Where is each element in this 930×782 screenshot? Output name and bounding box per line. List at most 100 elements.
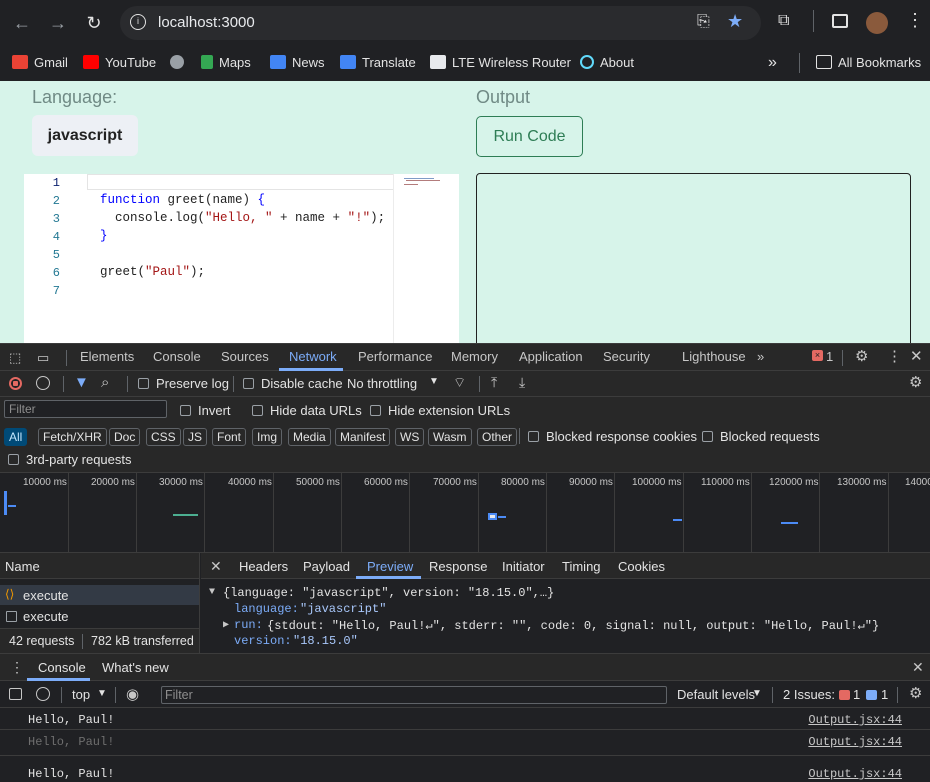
type-wasm[interactable]: Wasm [428, 428, 472, 446]
chevron-down-icon[interactable]: ▼ [97, 688, 107, 699]
network-overview[interactable]: 10000 ms 20000 ms 30000 ms 40000 ms 5000… [0, 472, 930, 553]
type-fetch-xhr[interactable]: Fetch/XHR [38, 428, 107, 446]
editor-minimap[interactable] [393, 174, 445, 343]
chrome-menu-icon[interactable]: ⋮ [906, 10, 924, 31]
collapse-triangle-icon[interactable]: ▶ [223, 619, 229, 631]
error-count[interactable]: 1 [826, 349, 833, 364]
invert-checkbox[interactable] [180, 405, 191, 416]
tab-sources[interactable]: Sources [221, 349, 269, 364]
type-other[interactable]: Other [477, 428, 518, 446]
sidebar-toggle-icon[interactable] [9, 688, 22, 700]
forward-icon[interactable]: → [46, 11, 70, 35]
third-party-checkbox[interactable] [8, 454, 19, 465]
request-row[interactable]: ⟨⟩ execute [0, 585, 199, 605]
issue-error-icon[interactable] [839, 690, 850, 700]
chevron-down-icon[interactable]: ▼ [429, 376, 439, 387]
reload-icon[interactable]: ↻ [82, 11, 106, 35]
request-row[interactable]: execute [0, 606, 199, 626]
disable-cache-checkbox[interactable] [243, 378, 254, 389]
console-settings-icon[interactable]: ⚙ [909, 684, 922, 702]
tab-elements[interactable]: Elements [80, 349, 134, 364]
filter-funnel-icon[interactable]: ▼ [74, 374, 89, 391]
detail-tab-cookies[interactable]: Cookies [618, 559, 665, 574]
clear-console-icon[interactable] [36, 687, 50, 701]
tab-application[interactable]: Application [519, 349, 583, 364]
error-icon[interactable]: × [812, 350, 823, 361]
site-info-icon[interactable]: i [130, 14, 146, 30]
inspect-element-icon[interactable]: ⬚ [9, 350, 21, 366]
preview-run-value[interactable]: {stdout: "Hello, Paul!↵", stderr: "", co… [267, 618, 879, 633]
preview-run-key[interactable]: run: [234, 618, 263, 632]
record-icon[interactable] [9, 377, 22, 390]
type-all[interactable]: All [4, 428, 28, 446]
settings-gear-icon[interactable]: ⚙ [855, 347, 868, 365]
network-settings-icon[interactable]: ⚙ [909, 373, 922, 391]
language-select[interactable]: javascript [32, 115, 138, 156]
run-code-button[interactable]: Run Code [476, 116, 583, 157]
network-conditions-icon[interactable]: ⌔ [453, 374, 466, 392]
more-tabs-icon[interactable]: » [757, 349, 764, 364]
console-source-link[interactable]: Output.jsx:44 [808, 767, 902, 781]
type-media[interactable]: Media [288, 428, 331, 446]
bookmark-lte-router[interactable]: LTE Wireless Router [430, 53, 571, 73]
log-levels-select[interactable]: Default levels [677, 687, 755, 702]
drawer-tab-whats-new[interactable]: What's new [102, 660, 169, 675]
preserve-log-checkbox[interactable] [138, 378, 149, 389]
address-bar[interactable]: i localhost:3000 ⎘ ★ [120, 6, 761, 40]
export-har-icon[interactable]: ⤓ [519, 374, 525, 391]
detail-tab-preview[interactable]: Preview [367, 559, 413, 574]
bookmark-globe[interactable] [170, 53, 190, 73]
detail-tab-initiator[interactable]: Initiator [502, 559, 545, 574]
tab-performance[interactable]: Performance [358, 349, 432, 364]
bookmark-youtube[interactable]: YouTube [83, 53, 156, 73]
blocked-cookies-checkbox[interactable] [528, 431, 539, 442]
type-js[interactable]: JS [183, 428, 208, 446]
device-toolbar-icon[interactable]: ▭ [37, 350, 49, 366]
code-editor[interactable]: 1 2 3 4 5 6 7 function greet(name) { con… [24, 174, 459, 343]
detail-tab-response[interactable]: Response [429, 559, 488, 574]
expand-triangle-icon[interactable]: ▼ [209, 587, 215, 598]
issue-info-count[interactable]: 1 [881, 687, 888, 702]
bookmark-star-icon[interactable]: ★ [727, 11, 743, 32]
more-bookmarks-icon[interactable]: » [768, 53, 777, 73]
detail-tab-timing[interactable]: Timing [562, 559, 601, 574]
bookmark-maps[interactable]: Maps [201, 53, 251, 73]
close-details-icon[interactable]: ✕ [210, 558, 222, 575]
throttling-select[interactable]: No throttling [347, 376, 417, 391]
drawer-menu-icon[interactable]: ⋮ [10, 659, 24, 676]
type-css[interactable]: CSS [146, 428, 181, 446]
clear-icon[interactable] [36, 376, 50, 390]
issue-error-count[interactable]: 1 [853, 687, 860, 702]
drawer-tab-console[interactable]: Console [38, 660, 86, 675]
context-select[interactable]: top [72, 687, 90, 702]
eye-icon[interactable]: ◉ [126, 685, 139, 703]
devtools-menu-icon[interactable]: ⋮ [887, 347, 902, 365]
preview-root[interactable]: {language: "javascript", version: "18.15… [223, 586, 554, 600]
side-panel-icon[interactable] [832, 14, 848, 28]
import-har-icon[interactable]: ⤒ [491, 374, 497, 391]
issues-label[interactable]: 2 Issues: [783, 687, 835, 702]
console-source-link[interactable]: Output.jsx:44 [808, 735, 902, 749]
tab-console[interactable]: Console [153, 349, 201, 364]
close-devtools-icon[interactable]: ✕ [910, 347, 923, 365]
tab-security[interactable]: Security [603, 349, 650, 364]
console-source-link[interactable]: Output.jsx:44 [808, 713, 902, 727]
back-icon[interactable]: ← [10, 11, 34, 35]
bookmark-news[interactable]: News [270, 53, 325, 73]
network-filter-input[interactable]: Filter [4, 400, 167, 418]
name-column-header[interactable]: Name [0, 553, 199, 579]
tab-lighthouse[interactable]: Lighthouse [682, 349, 746, 364]
avatar[interactable] [866, 12, 888, 34]
detail-tab-headers[interactable]: Headers [239, 559, 288, 574]
search-icon[interactable]: ⌕ [101, 374, 109, 391]
tab-memory[interactable]: Memory [451, 349, 498, 364]
install-app-icon[interactable]: ⎘ [697, 13, 710, 31]
blocked-requests-checkbox[interactable] [702, 431, 713, 442]
extensions-icon[interactable]: ⧉ [778, 12, 789, 30]
detail-tab-payload[interactable]: Payload [303, 559, 350, 574]
hide-data-urls-checkbox[interactable] [252, 405, 263, 416]
hide-extension-urls-checkbox[interactable] [370, 405, 381, 416]
tab-network[interactable]: Network [289, 349, 337, 364]
bookmark-about[interactable]: About [580, 53, 634, 73]
console-filter-input[interactable]: Filter [161, 686, 667, 704]
